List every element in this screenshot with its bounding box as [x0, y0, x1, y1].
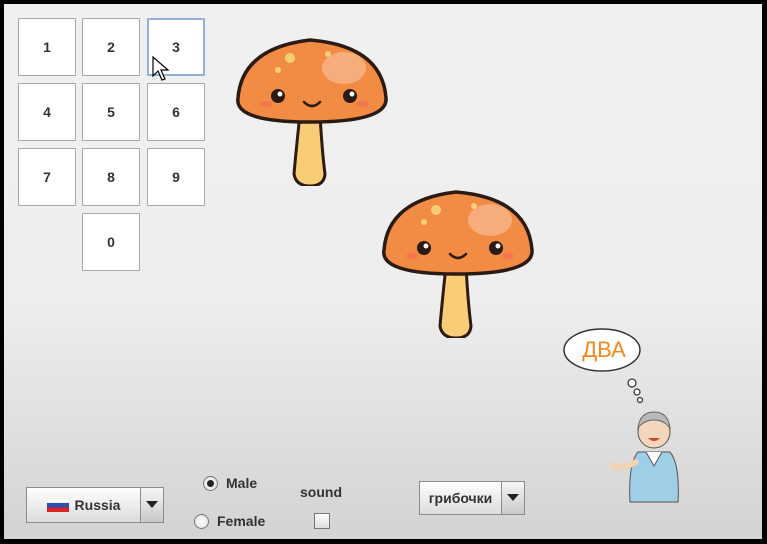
female-radio[interactable] [194, 513, 209, 529]
key-0[interactable]: 0 [82, 213, 140, 271]
language-dropdown[interactable]: Russia [26, 487, 164, 523]
male-radio[interactable] [203, 475, 218, 491]
theme-dropdown[interactable]: грибочки [419, 481, 525, 515]
male-label: Male [226, 475, 258, 491]
teacher-character-image [610, 411, 679, 503]
key-5[interactable]: 5 [82, 83, 140, 141]
key-4[interactable]: 4 [18, 83, 76, 141]
male-radio-option[interactable]: Male [203, 475, 257, 491]
key-2[interactable]: 2 [82, 18, 140, 76]
key-8[interactable]: 8 [82, 148, 140, 206]
mushroom-image-2 [382, 190, 534, 338]
chevron-down-icon[interactable] [140, 488, 163, 522]
mouse-cursor-icon [152, 56, 170, 81]
spoken-number-text: ДВА [582, 337, 626, 362]
chevron-down-icon[interactable] [501, 482, 524, 514]
mushroom-image-1 [236, 38, 388, 186]
sound-checkbox[interactable] [314, 513, 330, 529]
key-6[interactable]: 6 [147, 83, 205, 141]
female-label: Female [217, 513, 266, 529]
key-9[interactable]: 9 [147, 148, 205, 206]
app-window: 1 2 3 4 5 6 7 8 9 0 ДВА Russia Male Fema… [4, 4, 762, 539]
female-radio-option[interactable]: Female [194, 513, 265, 529]
theme-value: грибочки [428, 490, 493, 506]
sound-label: sound [300, 484, 342, 500]
russia-flag-icon [46, 498, 69, 512]
key-1[interactable]: 1 [18, 18, 76, 76]
key-7[interactable]: 7 [18, 148, 76, 206]
language-value: Russia [74, 497, 121, 513]
